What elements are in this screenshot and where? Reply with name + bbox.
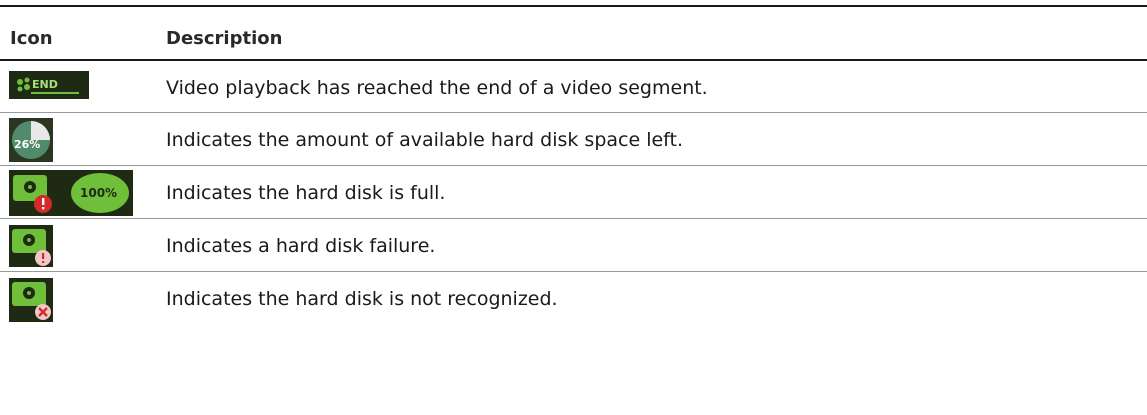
row-description: Indicates the hard disk is full. [166, 182, 446, 204]
disk-not-recognized-icon [9, 278, 53, 326]
table-row: 100% Indicates the hard disk is full. [0, 166, 1147, 219]
header-description: Description [166, 28, 283, 49]
svg-text:END: END [32, 78, 58, 91]
video-end-icon: END [9, 71, 89, 103]
row-description: Indicates a hard disk failure. [166, 235, 436, 257]
table-header: Icon Description [0, 7, 1147, 60]
row-description: Video playback has reached the end of a … [166, 77, 708, 99]
row-description: Indicates the hard disk is not recognize… [166, 288, 558, 310]
svg-text:26%: 26% [14, 138, 40, 151]
table-row: Indicates the hard disk is not recognize… [0, 272, 1147, 324]
svg-text:100%: 100% [80, 186, 117, 200]
disk-full-icon: 100% [9, 170, 133, 220]
table-row: 26% Indicates the amount of available ha… [0, 113, 1147, 166]
table-row: END Video playback has reached the end o… [0, 61, 1147, 113]
header-icon: Icon [10, 28, 53, 49]
disk-failure-icon [9, 225, 53, 271]
row-description: Indicates the amount of available hard d… [166, 129, 684, 151]
table-row: Indicates a hard disk failure. [0, 219, 1147, 272]
disk-space-pie-icon: 26% [9, 118, 53, 166]
